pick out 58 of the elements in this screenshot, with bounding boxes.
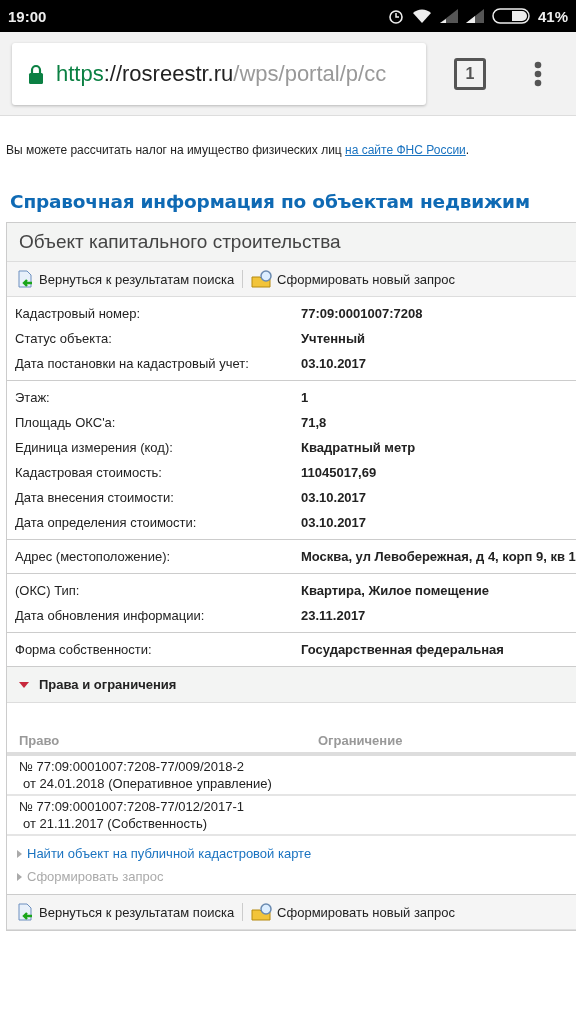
field-value: Государственная федеральная: [301, 641, 504, 658]
lock-icon: [28, 63, 44, 84]
battery-icon: [491, 8, 530, 24]
column-header: Право: [7, 729, 306, 752]
new-request-button[interactable]: Сформировать новый запрос: [249, 900, 458, 924]
alarm-icon: [387, 8, 404, 24]
wifi-icon: [411, 8, 432, 24]
field-value: 03.10.2017: [301, 489, 367, 506]
field-label: Этаж:: [15, 389, 51, 406]
field-label: Дата обновления информации:: [15, 607, 206, 624]
panel-title: Объект капитального строительства: [7, 223, 576, 262]
menu-icon[interactable]: [534, 60, 542, 87]
field-label: Статус объекта:: [15, 330, 113, 347]
tax-notice: Вы можете рассчитать налог на имущество физических лиц на сайте ФНС России.: [5, 143, 471, 157]
tab-switcher-button[interactable]: 1: [454, 57, 486, 90]
signal-icon: [439, 9, 458, 23]
field-value: 03.10.2017: [301, 355, 367, 372]
field-label: Дата определения стоимости:: [15, 514, 198, 531]
back-button[interactable]: Вернуться к результатам поиска: [13, 900, 237, 924]
field-label: Дата постановки на кадастровый учет:: [15, 355, 250, 372]
page-title: Справочная информация по объектам недвижим: [10, 191, 531, 212]
field-label: Дата внесения стоимости:: [15, 489, 175, 506]
folder-search-icon: [251, 902, 274, 922]
field-value: Квартира, Жилое помещение: [301, 582, 489, 599]
clock-time: 19:00: [8, 7, 47, 25]
field-label: Форма собственности:: [15, 641, 153, 658]
document-arrow-icon: [15, 902, 35, 922]
folder-search-icon: [251, 269, 274, 289]
field-label: Адрес (местоположение):: [15, 548, 172, 565]
fns-link[interactable]: на сайте ФНС России: [345, 143, 466, 157]
signal-icon: [465, 9, 484, 23]
chevron-icon: [17, 849, 22, 858]
address-bar[interactable]: https://rosreestr.ru/wps/portal/p/cc: [12, 42, 426, 105]
field-value: Москва, ул Левобережная, д 4, корп 9, кв 1: [301, 548, 576, 565]
field-label: Единица измерения (код):: [15, 439, 174, 456]
rights-header[interactable]: Права и ограничения: [7, 667, 576, 703]
battery-level: 41%: [537, 7, 568, 25]
field-value: 77:09:0001007:7208: [301, 305, 423, 322]
document-arrow-icon: [15, 269, 35, 289]
field-value: 11045017,69: [301, 464, 377, 481]
chevron-icon: [17, 872, 22, 881]
field-value: 71,8: [301, 414, 327, 431]
table-cell: № 77:09:0001007:7208-77/009/2018-2 от 24.01.2018 (Оперативное управление): [7, 756, 289, 794]
field-label: (ОКС) Тип:: [15, 582, 81, 599]
caret-icon: [19, 680, 29, 689]
column-header: Ограничение: [317, 732, 404, 750]
field-label: Площадь ОКС'a:: [15, 414, 117, 431]
field-label: Кадастровый номер:: [15, 305, 142, 322]
field-value: Учтенный: [301, 330, 366, 347]
table-cell: № 77:09:0001007:7208-77/012/2017-1 от 21.11.2017 (Собственность): [7, 796, 289, 834]
new-request-button[interactable]: Сформировать новый запрос: [249, 267, 458, 291]
field-value: 03.10.2017: [301, 514, 367, 531]
map-link[interactable]: Найти объект на публичной кадастровой карте: [7, 842, 322, 865]
field-value: 23.11.2017: [301, 607, 366, 624]
field-label: Кадастровая стоимость:: [15, 464, 163, 481]
back-button[interactable]: Вернуться к результатам поиска: [13, 267, 237, 291]
field-value: 1: [301, 389, 309, 406]
field-value: Квадратный метр: [301, 439, 416, 456]
